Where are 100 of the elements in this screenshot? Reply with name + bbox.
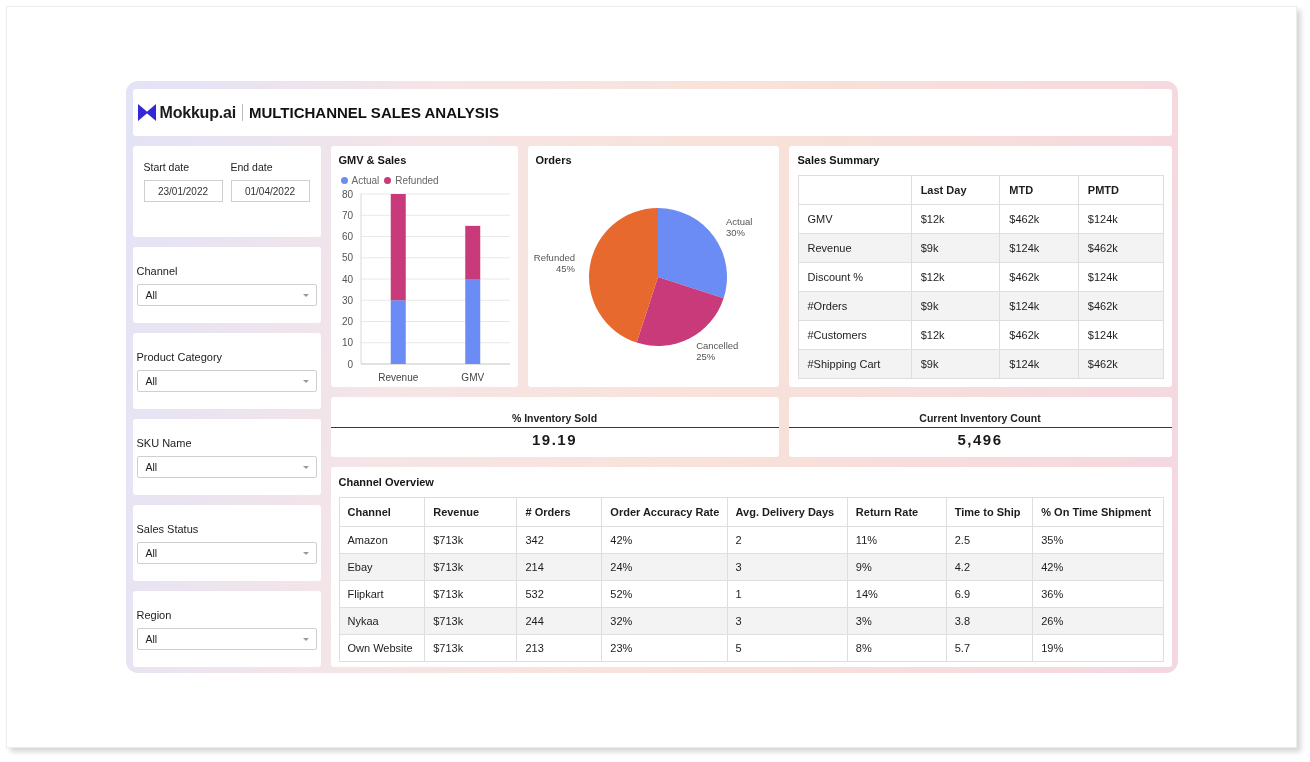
table-cell: 3% [847, 607, 947, 635]
table-cell: 23% [601, 634, 728, 662]
axis-label: 80 [341, 188, 353, 200]
table-cell: $12k [911, 204, 1000, 234]
axis-label: 0 [346, 358, 353, 370]
table-cell: $462k [1078, 349, 1163, 379]
table-cell: $462k [1078, 233, 1163, 263]
table-cell: 2 [727, 526, 848, 554]
column-header: PMTD [1078, 175, 1163, 205]
slice-value: 45% [555, 262, 575, 274]
table-cell: $124k [1078, 320, 1163, 350]
table-cell: $124k [999, 233, 1079, 263]
axis-label: 40 [341, 273, 353, 285]
kpi-value: 19.19 [531, 431, 577, 449]
axis-label: GMV [460, 372, 484, 383]
table-cell: 32% [601, 607, 728, 635]
table-cell: $124k [1078, 262, 1163, 292]
table-cell: 3.8 [946, 607, 1033, 635]
caret-icon [302, 551, 309, 555]
table-cell: $462k [999, 320, 1079, 350]
card-title: Orders [535, 153, 572, 167]
table-cell: $12k [911, 262, 1000, 292]
column-header: Order Accuracy Rate [601, 497, 728, 527]
table-cell: $713k [424, 580, 517, 608]
table-cell: 9% [847, 553, 947, 581]
dropdown[interactable]: All [136, 370, 317, 392]
dropdown[interactable]: All [136, 284, 317, 306]
column-header: Channel [339, 497, 425, 527]
legend-label: Refunded [395, 174, 439, 186]
table-cell: Own Website [339, 634, 425, 662]
table-cell: $9k [911, 233, 1000, 263]
kpi-label: % Inventory Sold [511, 411, 598, 425]
table-cell: Amazon [339, 526, 425, 554]
axis-label: 10 [341, 337, 353, 349]
table-cell: 11% [847, 526, 947, 554]
table-cell: 42% [601, 526, 728, 554]
row-label: #Customers [798, 320, 912, 350]
table-cell: $12k [911, 320, 1000, 350]
logo-icon [137, 104, 156, 121]
table-cell: 26% [1032, 607, 1163, 635]
field-label: Channel [136, 264, 178, 278]
axis-label: 20 [341, 316, 353, 327]
table-cell: 342 [516, 526, 602, 554]
card-title: Sales Summary [797, 153, 880, 167]
table-cell: 6.9 [946, 580, 1033, 608]
table-cell: $124k [1078, 204, 1163, 234]
table-cell: 42% [1032, 553, 1163, 581]
table-cell: 36% [1032, 580, 1163, 608]
legend-label: Actual [351, 174, 380, 186]
card-title: Channel Overview [338, 475, 434, 489]
table-cell: 5 [727, 634, 848, 662]
row-label: Discount % [798, 262, 912, 292]
table-cell: $462k [999, 262, 1079, 292]
caret-icon [302, 637, 309, 641]
row-label: #Shipping Cart [798, 349, 912, 379]
date-field[interactable]: 23/01/2022 [143, 180, 223, 202]
kpi-value: 5,496 [957, 431, 1003, 449]
table-cell: 14% [847, 580, 947, 608]
column-header: Avg. Delivery Days [727, 497, 848, 527]
slice-label: Cancelled [695, 339, 738, 351]
dropdown[interactable]: All [136, 542, 317, 564]
column-header: Last Day [911, 175, 1000, 205]
dropdown[interactable]: All [136, 456, 317, 478]
table-cell: 213 [516, 634, 602, 662]
table-cell: $9k [911, 291, 1000, 321]
table-cell: 5.7 [946, 634, 1033, 662]
table-cell: 35% [1032, 526, 1163, 554]
column-header: Time to Ship [946, 497, 1033, 527]
field-label: SKU Name [136, 436, 192, 450]
row-label: GMV [798, 204, 912, 234]
table-cell: 3 [727, 553, 848, 581]
field-label: Region [136, 608, 172, 622]
table-cell: 214 [516, 553, 602, 581]
column-header: # Orders [516, 497, 602, 527]
column-header: MTD [999, 175, 1079, 205]
card-title: GMV & Sales [338, 153, 407, 167]
axis-label: Revenue [377, 372, 418, 383]
table-cell: $462k [999, 204, 1079, 234]
table-cell: 8% [847, 634, 947, 662]
table-cell: $9k [911, 349, 1000, 379]
table-cell: 244 [516, 607, 602, 635]
table-cell: 52% [601, 580, 728, 608]
brand-name: Mokkup.ai [159, 103, 236, 122]
date-field[interactable]: 01/04/2022 [230, 180, 310, 202]
row-label: Revenue [798, 233, 912, 263]
slice-label: Refunded [533, 251, 575, 263]
axis-label: 30 [341, 294, 353, 306]
table-cell: $462k [1078, 291, 1163, 321]
table-cell: $713k [424, 526, 517, 554]
field-label: Sales Status [136, 522, 199, 536]
caret-icon [302, 379, 309, 383]
table-cell: 3 [727, 607, 848, 635]
table-cell: 4.2 [946, 553, 1033, 581]
axis-label: 60 [341, 231, 353, 242]
kpi-label: Current Inventory Count [919, 411, 1041, 425]
table-cell: 2.5 [946, 526, 1033, 554]
caret-icon [302, 465, 309, 469]
slice-label: Actual [725, 215, 752, 227]
dropdown[interactable]: All [136, 628, 317, 650]
table-cell: $124k [999, 349, 1079, 379]
